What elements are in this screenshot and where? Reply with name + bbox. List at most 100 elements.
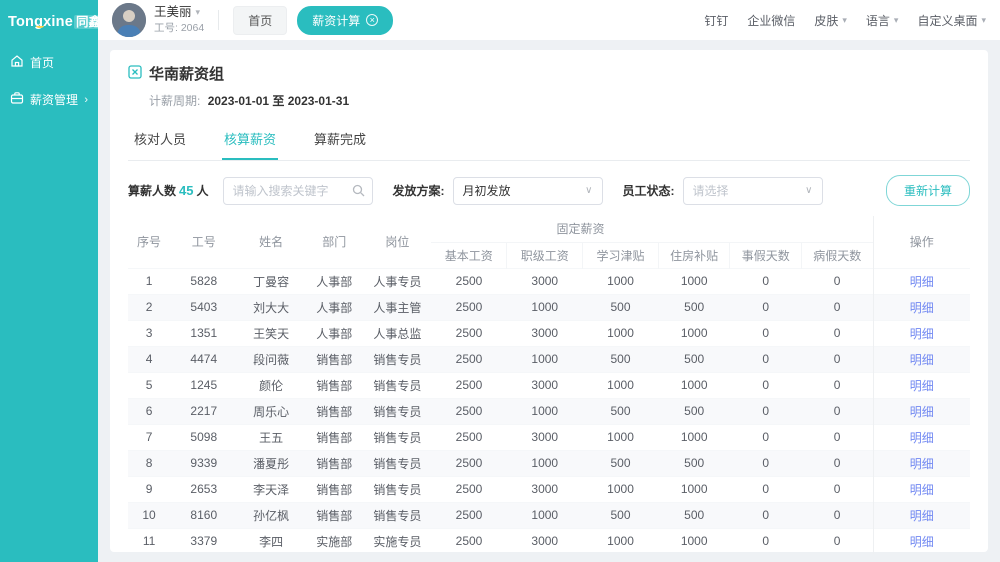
table-action-cell: 明细 (873, 294, 970, 320)
table-cell: 销售专员 (364, 398, 431, 424)
table-row: 25403刘大大人事部人事主管2500100050050000明细 (128, 294, 970, 320)
tab-verify-staff[interactable]: 核对人员 (132, 123, 188, 160)
table-cell: 0 (802, 346, 874, 372)
table-cell: 500 (658, 398, 730, 424)
table-cell: 0 (802, 476, 874, 502)
table-cell: 丁曼容 (237, 268, 304, 294)
table-cell: 王笑天 (237, 320, 304, 346)
table-cell: 2500 (431, 424, 507, 450)
sidebar-item-home[interactable]: 首页 (0, 44, 98, 81)
table-cell: 4 (128, 346, 170, 372)
table-cell: 0 (802, 294, 874, 320)
table-cell: 500 (658, 502, 730, 528)
user-name-row[interactable]: 王美丽 ▾ (154, 5, 204, 20)
staff-count-label: 算薪人数 (128, 184, 176, 198)
table-cell: 2500 (431, 476, 507, 502)
chevron-right-icon: › (84, 94, 88, 106)
detail-link[interactable]: 明细 (910, 509, 934, 523)
table-cell: 1000 (583, 528, 659, 554)
table-cell: 销售专员 (364, 372, 431, 398)
detail-link[interactable]: 明细 (910, 431, 934, 445)
menu-item-wecom[interactable]: 企业微信 (747, 12, 795, 29)
salary-group-icon (128, 65, 142, 82)
tab-calculate-salary[interactable]: 核算薪资 (222, 123, 278, 160)
table-cell: 10 (128, 502, 170, 528)
table-cell: 1000 (658, 424, 730, 450)
table-cell: 5403 (170, 294, 237, 320)
detail-link[interactable]: 明细 (910, 301, 934, 315)
table-cell: 500 (658, 294, 730, 320)
tab-calc-complete[interactable]: 算薪完成 (312, 123, 368, 160)
app-window: Tongxine同鑫 首页 薪资管理 › 王美丽 ▾ 工号: 2064 (0, 0, 1000, 562)
table-cell: 销售专员 (364, 450, 431, 476)
detail-link[interactable]: 明细 (910, 405, 934, 419)
table-cell: 1000 (658, 372, 730, 398)
table-cell: 3 (128, 320, 170, 346)
detail-link[interactable]: 明细 (910, 535, 934, 549)
table-cell: 3000 (507, 476, 583, 502)
sidebar-item-label: 首页 (30, 54, 54, 71)
plan-select[interactable]: 月初发放 ∨ (453, 177, 603, 205)
table-cell: 潘夏彤 (237, 450, 304, 476)
staff-count-unit: 人 (196, 184, 208, 198)
detail-link[interactable]: 明细 (910, 353, 934, 367)
detail-link[interactable]: 明细 (910, 327, 934, 341)
detail-link[interactable]: 明细 (910, 457, 934, 471)
table-cell: 实施部 (305, 528, 364, 554)
chevron-down-icon: ▾ (196, 7, 201, 18)
table-cell: 1000 (507, 398, 583, 424)
table-cell: 孙亿枫 (237, 502, 304, 528)
table-cell: 3000 (507, 424, 583, 450)
menu-item-language[interactable]: 语言▾ (866, 12, 899, 29)
search-input[interactable] (223, 177, 373, 205)
table-cell: 2500 (431, 268, 507, 294)
user-info: 王美丽 ▾ 工号: 2064 (154, 5, 204, 35)
user-avatar[interactable] (112, 3, 146, 37)
table-cell: 2500 (431, 450, 507, 476)
menu-item-dingtalk[interactable]: 钉钉 (704, 12, 728, 29)
status-select[interactable]: 请选择 ∨ (683, 177, 823, 205)
close-icon[interactable]: × (366, 14, 378, 26)
recalculate-button[interactable]: 重新计算 (886, 175, 970, 206)
table-cell: 0 (802, 502, 874, 528)
detail-link[interactable]: 明细 (910, 275, 934, 289)
col-header-sick-leave-days: 病假天数 (802, 242, 874, 268)
table-action-cell: 明细 (873, 398, 970, 424)
table-row: 113379李四实施部实施专员250030001000100000明细 (128, 528, 970, 554)
chevron-down-icon: ▾ (842, 15, 847, 26)
table-cell: 1000 (507, 502, 583, 528)
menu-item-custom-desktop[interactable]: 自定义桌面▾ (917, 12, 986, 29)
topbar-tab-salary-calc[interactable]: 薪资计算 × (297, 6, 393, 35)
topbar-tab-home[interactable]: 首页 (233, 6, 287, 35)
status-filter-label: 员工状态: (623, 182, 675, 199)
table-cell: 1000 (658, 320, 730, 346)
table-cell: 6 (128, 398, 170, 424)
card-header: 华南薪资组 (128, 63, 970, 84)
table-cell: 1000 (583, 424, 659, 450)
table-cell: 1000 (658, 476, 730, 502)
table-cell: 1351 (170, 320, 237, 346)
search-icon[interactable] (352, 184, 365, 200)
col-header-base-salary: 基本工资 (431, 242, 507, 268)
table-row: 31351王笑天人事部人事总监250030001000100000明细 (128, 320, 970, 346)
sidebar: Tongxine同鑫 首页 薪资管理 › (0, 0, 98, 562)
table-cell: 销售部 (305, 476, 364, 502)
col-header-index: 序号 (128, 216, 170, 268)
table-cell: 实施专员 (364, 528, 431, 554)
table-cell: 0 (730, 294, 802, 320)
table-cell: 1245 (170, 372, 237, 398)
table-cell: 2500 (431, 372, 507, 398)
table-cell: 8 (128, 450, 170, 476)
table-cell: 销售部 (305, 398, 364, 424)
pay-period: 计薪周期: 2023-01-01 至 2023-01-31 (149, 92, 970, 109)
table-cell: 9339 (170, 450, 237, 476)
menu-item-skin[interactable]: 皮肤▾ (814, 12, 847, 29)
detail-link[interactable]: 明细 (910, 379, 934, 393)
table-row: 89339潘夏彤销售部销售专员2500100050050000明细 (128, 450, 970, 476)
table-cell: 销售部 (305, 450, 364, 476)
table-cell: 人事部 (305, 268, 364, 294)
sidebar-item-salary-management[interactable]: 薪资管理 › (0, 81, 98, 118)
table-cell: 0 (802, 450, 874, 476)
col-header-name: 姓名 (237, 216, 304, 268)
detail-link[interactable]: 明细 (910, 483, 934, 497)
